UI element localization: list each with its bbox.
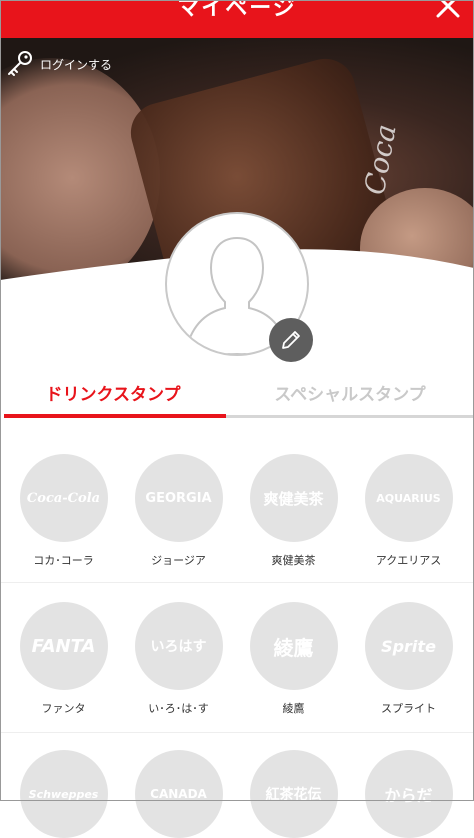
close-icon: [436, 0, 460, 18]
stamp-badge: AQUARIUS: [364, 454, 453, 542]
stamp-logo: CANADA: [150, 787, 207, 801]
stamp-sprite[interactable]: Sprite スプライト: [351, 602, 466, 716]
stamp-fanta[interactable]: FANTA ファンタ: [6, 602, 121, 716]
stamp-ayataka[interactable]: 綾鷹 綾鷹: [236, 602, 351, 716]
stamp-kochakaden[interactable]: 紅茶花伝: [236, 750, 351, 838]
stamp-logo: Schweppes: [28, 787, 99, 801]
stamp-irohasu[interactable]: いろはす い･ろ･は･す: [121, 602, 236, 716]
row-divider: [0, 582, 474, 583]
stamp-label: 爽健美茶: [271, 554, 316, 567]
stamp-label: 綾鷹: [282, 702, 305, 715]
stamp-badge: 綾鷹: [249, 602, 338, 690]
stamp-logo: 爽健美茶: [263, 489, 324, 508]
edit-avatar-button[interactable]: [269, 318, 313, 362]
stamp-badge: Schweppes: [19, 750, 108, 838]
stamp-label: い･ろ･は･す: [148, 702, 209, 715]
stamp-karada[interactable]: からだ: [351, 750, 466, 838]
login-label: ログインする: [40, 57, 113, 72]
stamp-badge: GEORGIA: [134, 454, 223, 542]
close-button[interactable]: [432, 0, 466, 28]
stamp-logo: AQUARIUS: [376, 491, 441, 505]
stamp-georgia[interactable]: GEORGIA ジョージア: [121, 454, 236, 568]
stamp-aquarius[interactable]: AQUARIUS アクエリアス: [351, 454, 466, 568]
stamp-badge: からだ: [364, 750, 453, 838]
stamp-badge: 爽健美茶: [249, 454, 338, 542]
page-title: マイページ: [177, 0, 297, 21]
stamp-logo: いろはす: [150, 639, 207, 655]
stamp-label: スプライト: [381, 702, 436, 715]
stamp-logo: FANTA: [31, 635, 96, 657]
stamp-badge: Sprite: [364, 602, 453, 690]
tab-special-stamp[interactable]: スペシャルスタンプ: [226, 380, 474, 420]
stamp-label: ファンタ: [41, 702, 86, 715]
stamp-badge: FANTA: [19, 602, 108, 690]
stamp-badge: いろはす: [134, 602, 223, 690]
row-divider: [0, 732, 474, 733]
login-link[interactable]: ログインする: [6, 50, 112, 78]
stamp-label: アクエリアス: [375, 554, 442, 567]
key-icon: [8, 51, 32, 76]
stamp-badge: 紅茶花伝: [249, 750, 338, 838]
stamp-sokenbicha[interactable]: 爽健美茶 爽健美茶: [236, 454, 351, 568]
tab-divider: [226, 415, 474, 418]
stamp-badge: Coca-Cola: [19, 454, 108, 542]
stamp-grid: Coca-Cola コカ･コーラ GEORGIA ジョージア 爽健美茶 爽健美茶…: [0, 420, 474, 838]
stamp-label: コカ･コーラ: [33, 554, 94, 567]
pencil-icon: [282, 331, 300, 349]
app-header: マイページ: [0, 0, 474, 38]
stamp-logo: GEORGIA: [145, 490, 212, 506]
stamp-label: ジョージア: [151, 554, 206, 567]
stamp-logo: 綾鷹: [273, 635, 314, 660]
active-tab-indicator: [4, 414, 226, 418]
stamp-schweppes[interactable]: Schweppes: [6, 750, 121, 838]
stamp-logo: からだ: [384, 786, 433, 805]
stamp-badge: CANADA: [134, 750, 223, 838]
stamp-coca-cola[interactable]: Coca-Cola コカ･コーラ: [6, 454, 121, 568]
stamp-canada-dry[interactable]: CANADA: [121, 750, 236, 838]
stamp-logo: Sprite: [381, 636, 436, 656]
stamp-logo: 紅茶花伝: [265, 787, 322, 803]
stamp-logo: Coca-Cola: [26, 490, 101, 506]
